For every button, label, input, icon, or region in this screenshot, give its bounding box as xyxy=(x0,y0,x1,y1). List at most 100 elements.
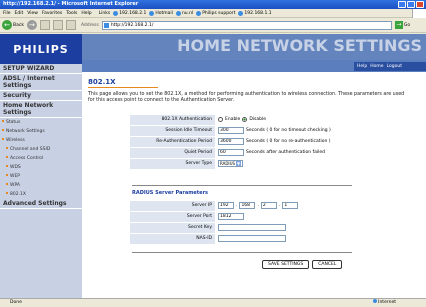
reauth-period-hint: Seconds ( 0 for no re-authentication ) xyxy=(246,139,331,144)
server-port-input[interactable] xyxy=(218,213,244,220)
ie-page-icon xyxy=(238,10,244,16)
minimize-button[interactable] xyxy=(398,1,406,8)
menu-edit[interactable]: Edit xyxy=(15,11,24,16)
server-type-select[interactable]: RADIUS ▼ xyxy=(218,160,244,167)
forward-button[interactable]: → xyxy=(26,20,37,30)
reauth-period-label: Re-Authentication Period xyxy=(130,136,215,147)
sidebar-item-channel-ssid[interactable]: Channel and SSID xyxy=(0,145,82,154)
link-nu-nl[interactable]: nu.nl xyxy=(175,10,193,16)
page-title: 802.1X xyxy=(88,78,116,86)
go-arrow-icon: → xyxy=(394,21,403,29)
cancel-button[interactable]: CANCEL xyxy=(312,260,343,269)
links-bar: Links 192.168.2.1 Hotmail nu.nl Philips … xyxy=(98,10,272,16)
secret-key-label: Secret Key xyxy=(130,222,215,233)
menu-view[interactable]: View xyxy=(27,11,38,16)
page-description: This page allows you to set the 802.1X, … xyxy=(88,92,405,103)
form-buttons: SAVE SETTINGS CANCEL xyxy=(262,260,343,269)
window-title: http://192.168.2.1/ - Microsoft Internet… xyxy=(3,1,139,7)
ie-page-icon xyxy=(196,10,202,16)
enable-radio[interactable] xyxy=(218,117,223,122)
window-titlebar: http://192.168.2.1/ - Microsoft Internet… xyxy=(0,0,426,9)
server-port-label: Server Port xyxy=(130,211,215,222)
sidebar-item-setup-wizard[interactable]: SETUP WIZARD xyxy=(0,64,82,74)
menu-file[interactable]: File xyxy=(3,11,11,16)
stop-icon[interactable] xyxy=(39,20,50,30)
ie-page-icon xyxy=(113,10,119,16)
internet-zone: Internet xyxy=(373,299,396,307)
help-links: Help Home Logout xyxy=(354,62,426,71)
disable-label: Disable xyxy=(249,117,267,122)
menu-favorites[interactable]: Favorites xyxy=(42,11,62,16)
server-ip-octet-4[interactable] xyxy=(282,202,299,209)
links-label: Links xyxy=(98,10,111,16)
page-icon xyxy=(103,22,109,28)
link-hotmail[interactable]: Hotmail xyxy=(149,10,173,16)
refresh-icon[interactable] xyxy=(52,20,63,30)
server-type-label: Server Type xyxy=(130,158,215,169)
address-label: Address xyxy=(80,22,99,28)
sidebar-item-wds[interactable]: WDS xyxy=(0,163,82,172)
quiet-period-label: Quiet Period xyxy=(130,147,215,158)
sidebar-item-adsl[interactable]: ADSL / Internet Settings xyxy=(0,74,82,91)
back-button[interactable]: ← Back xyxy=(2,20,24,30)
window-controls xyxy=(398,1,424,8)
menu-help[interactable]: Help xyxy=(81,11,91,16)
logout-link[interactable]: Logout xyxy=(387,62,402,71)
maximize-button[interactable] xyxy=(407,1,415,8)
disable-radio[interactable] xyxy=(242,117,248,122)
radius-divider-bottom xyxy=(132,252,352,253)
help-link[interactable]: Help xyxy=(357,62,367,71)
save-settings-button[interactable]: SAVE SETTINGS xyxy=(262,260,310,269)
session-timeout-input[interactable] xyxy=(218,127,244,134)
chevron-down-icon: ▼ xyxy=(236,161,242,166)
philips-logo: PHILIPS xyxy=(0,34,82,64)
status-text: Done xyxy=(10,300,22,305)
sidebar-item-security[interactable]: Security xyxy=(0,91,82,101)
auth-label: 802.1X Authentication xyxy=(130,114,215,125)
status-bar: Done Internet xyxy=(0,298,426,307)
quiet-period-input[interactable] xyxy=(218,149,244,156)
session-timeout-label: Session Idle Timeout xyxy=(130,125,215,136)
menu-bar: File Edit View Favorites Tools Help Link… xyxy=(0,9,426,18)
address-bar[interactable]: http://192.168.2.1/ xyxy=(101,20,392,30)
forward-arrow-icon: → xyxy=(26,20,37,30)
secret-key-input[interactable] xyxy=(218,224,286,231)
close-button[interactable] xyxy=(416,1,424,8)
back-arrow-icon: ← xyxy=(2,20,12,30)
browser-toolbar: ← Back → Address http://192.168.2.1/ → Go xyxy=(0,18,426,33)
auth-settings: 802.1X Authentication Enable Disable Ses… xyxy=(130,114,331,169)
menu-tools[interactable]: Tools xyxy=(66,11,77,16)
server-ip-label: Server IP xyxy=(130,200,215,211)
reauth-period-input[interactable] xyxy=(218,138,244,145)
server-ip-octet-1[interactable] xyxy=(218,202,234,209)
radius-settings: Server IP . . . Server Port Secret Key N… xyxy=(130,200,299,244)
home-link[interactable]: Home xyxy=(370,62,383,71)
ie-page-icon xyxy=(175,10,181,16)
windows-logo-icon xyxy=(412,9,426,18)
link-192-168-1-1[interactable]: 192.168.1.1 xyxy=(238,10,272,16)
link-192-168-2-1[interactable]: 192.168.2.1 xyxy=(113,10,146,16)
radius-divider-top xyxy=(132,185,352,186)
title-underline xyxy=(88,87,158,88)
sidebar-item-advanced[interactable]: Advanced Settings xyxy=(0,199,82,209)
sidebar-item-access-control[interactable]: Access Control xyxy=(0,154,82,163)
sidebar-item-status[interactable]: Status xyxy=(0,118,82,127)
sidebar: SETUP WIZARD ADSL / Internet Settings Se… xyxy=(0,64,82,298)
server-ip-octet-3[interactable] xyxy=(260,202,277,209)
enable-label: Enable xyxy=(225,117,241,122)
home-icon[interactable] xyxy=(65,20,76,30)
sidebar-item-wep[interactable]: WEP xyxy=(0,172,82,181)
link-philips-support[interactable]: Philips support xyxy=(196,10,235,16)
server-ip-octet-2[interactable] xyxy=(239,202,256,209)
sidebar-item-home-network[interactable]: Home Network Settings xyxy=(0,101,82,118)
nas-id-input[interactable] xyxy=(218,235,286,242)
sidebar-item-8021x[interactable]: 802.1X xyxy=(0,190,82,199)
sidebar-item-network-settings[interactable]: Network Settings xyxy=(0,127,82,136)
page-content: PHILIPS HOME NETWORK SETTINGS Help Home … xyxy=(0,34,426,298)
ie-page-icon xyxy=(149,10,155,16)
go-button[interactable]: → Go xyxy=(394,21,410,29)
sidebar-item-wireless[interactable]: Wireless xyxy=(0,136,82,145)
quiet-period-hint: Seconds after authentication failed xyxy=(246,150,326,155)
sidebar-item-wpa[interactable]: WPA xyxy=(0,181,82,190)
nas-id-label: NAS-ID xyxy=(130,233,215,244)
